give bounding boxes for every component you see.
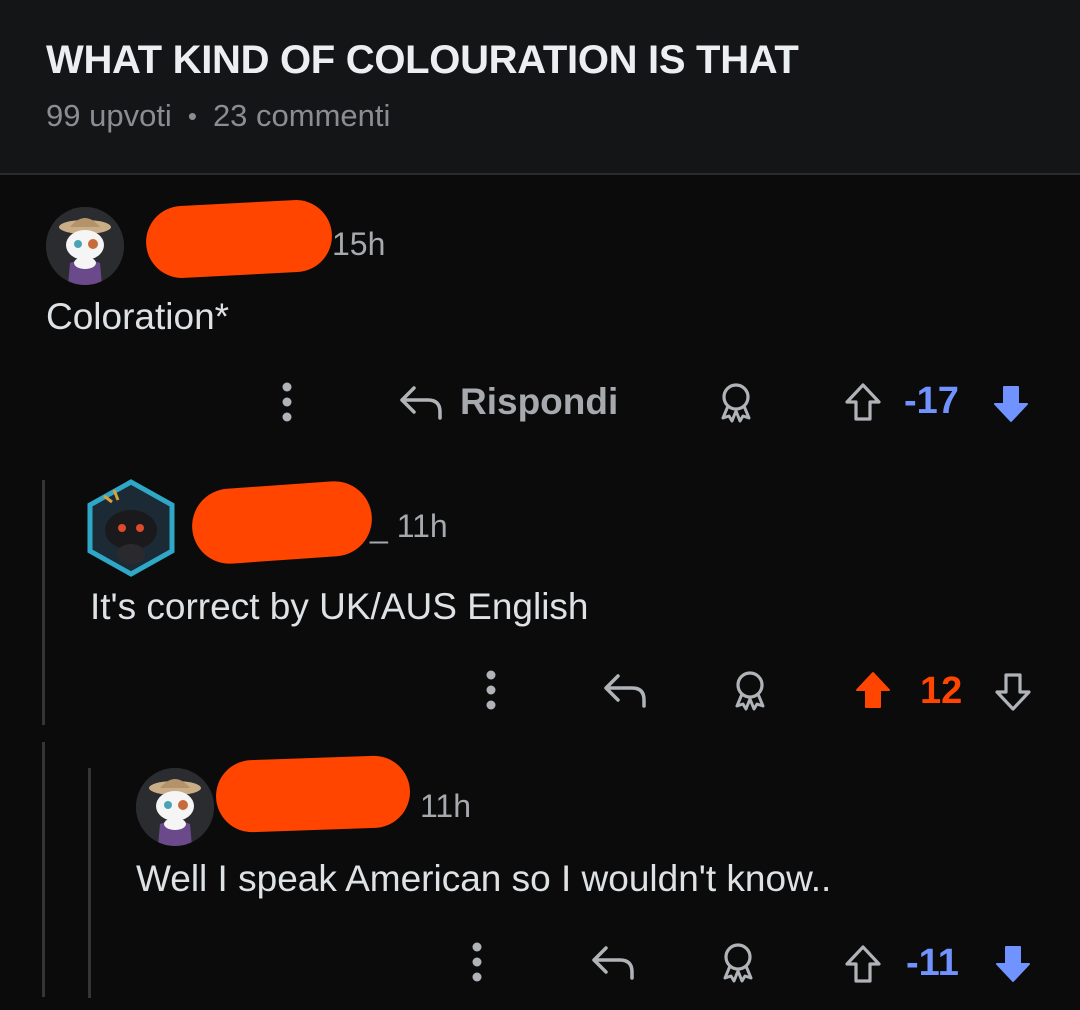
downvote-arrow-icon	[995, 673, 1031, 711]
reply-label: Rispondi	[460, 381, 619, 422]
downvote-button[interactable]	[990, 940, 1036, 988]
upvote-arrow-icon	[845, 383, 881, 421]
redacted-username	[214, 754, 412, 834]
award-button[interactable]	[714, 938, 762, 986]
meta-separator: •	[187, 100, 197, 131]
award-icon	[723, 943, 753, 983]
thread-line-level-1	[42, 480, 45, 725]
more-options-button[interactable]	[474, 666, 508, 714]
downvote-arrow-icon	[996, 946, 1030, 982]
more-options-icon	[472, 942, 482, 982]
award-icon	[721, 383, 751, 423]
avatar[interactable]	[84, 478, 178, 578]
thread-line-level-2	[88, 768, 91, 998]
award-button[interactable]	[712, 378, 760, 426]
more-options-button[interactable]	[270, 378, 304, 426]
award-icon	[735, 671, 765, 711]
upvote-button[interactable]	[840, 940, 886, 988]
award-button[interactable]	[726, 666, 774, 714]
comment-text: Coloration*	[46, 296, 230, 337]
downvote-button[interactable]	[988, 380, 1034, 428]
downvote-button[interactable]	[990, 668, 1036, 716]
comment-text: It's correct by UK/AUS English	[90, 586, 589, 627]
post-meta: 99 upvoti • 23 commenti	[46, 98, 390, 134]
post-title: WHAT KIND OF COLOURATION IS THAT	[46, 38, 799, 82]
vote-score: -11	[906, 942, 959, 984]
reply-arrow-icon	[400, 386, 442, 420]
redacted-username	[189, 478, 375, 567]
vote-score: 12	[920, 670, 963, 712]
comment-text: Well I speak American so I wouldn't know…	[136, 858, 832, 899]
avatar[interactable]	[136, 768, 214, 846]
thread-line-level-1-lower	[42, 742, 45, 997]
downvote-arrow-icon	[994, 386, 1028, 422]
vote-score: -17	[904, 380, 959, 422]
upvote-arrow-icon	[856, 672, 890, 708]
comment-timestamp: _ 11h	[370, 508, 448, 544]
upvote-count: 99 upvoti	[46, 98, 172, 133]
post-header: WHAT KIND OF COLOURATION IS THAT 99 upvo…	[0, 0, 1080, 175]
comment-timestamp: 15h	[332, 226, 386, 262]
redacted-username	[144, 198, 334, 280]
more-options-icon	[282, 382, 292, 422]
reply-arrow-icon	[604, 674, 646, 708]
reply-button[interactable]	[600, 666, 650, 714]
avatar[interactable]	[46, 207, 124, 285]
reply-arrow-icon	[592, 946, 634, 980]
upvote-button[interactable]	[850, 666, 896, 714]
reply-button[interactable]: Rispondi	[398, 376, 618, 428]
more-options-icon	[486, 670, 496, 710]
more-options-button[interactable]	[460, 938, 494, 986]
upvote-button[interactable]	[840, 378, 886, 426]
upvote-arrow-icon	[845, 945, 881, 983]
reply-button[interactable]	[588, 938, 638, 986]
comment-timestamp: 11h	[420, 788, 472, 824]
comment-count: 23 commenti	[212, 98, 391, 133]
